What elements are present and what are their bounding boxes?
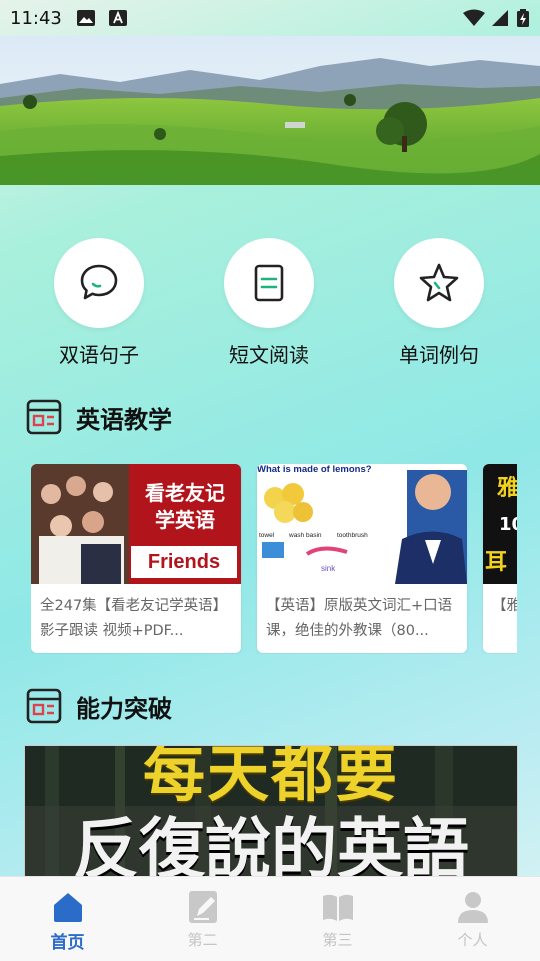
- document-icon: [254, 264, 284, 302]
- wifi-icon: [463, 9, 485, 26]
- star-icon: [419, 263, 459, 302]
- home-icon: [53, 893, 82, 922]
- quick-action-circle[interactable]: [394, 238, 484, 328]
- landscape-banner[interactable]: [0, 36, 540, 185]
- open-book-icon: [322, 894, 353, 921]
- section-header-teaching: 英语教学: [26, 398, 172, 436]
- chat-bubble-icon: [80, 264, 118, 300]
- signal-icon: [492, 10, 508, 26]
- quick-action-circle[interactable]: [54, 238, 144, 328]
- course-title: 全247集【看老友记学英语】影子跟读 视频+PDF...: [40, 598, 228, 639]
- teaching-card-list[interactable]: 看老友记 学英语 Friends 全247集【看老友记学英语】影子跟读 视频+P…: [31, 464, 517, 654]
- quick-action-label: 短文阅读: [229, 343, 309, 367]
- course-card[interactable]: What is made of lemons? towel wash basin…: [257, 464, 467, 653]
- section-title: 能力突破: [76, 694, 172, 723]
- quick-action-reading[interactable]: 短文阅读: [214, 238, 324, 368]
- thumbnail-line: 学英语: [155, 508, 215, 532]
- quick-action-circle[interactable]: [224, 238, 314, 328]
- course-card[interactable]: 看老友记 学英语 Friends 全247集【看老友记学英语】影子跟读 视频+P…: [31, 464, 241, 653]
- course-thumbnail: 看老友记 学英语 Friends: [31, 464, 241, 584]
- ability-banner-line2: 反復說的英語: [73, 811, 469, 882]
- course-thumbnail: What is made of lemons? towel wash basin…: [257, 464, 467, 584]
- quick-action-words[interactable]: 单词例句: [384, 238, 494, 368]
- quick-action-label: 双语句子: [59, 343, 139, 367]
- tab-label: 第三: [322, 931, 353, 949]
- list-panel-icon: [26, 399, 62, 435]
- thumbnail-option: towel: [259, 532, 275, 539]
- status-bar: 11:43: [0, 0, 540, 36]
- ability-banner-line1: 每天都要: [142, 745, 399, 810]
- bottom-tab-bar: 首页 第二 第三 个人: [0, 876, 540, 961]
- thumbnail-handwriting: sink: [321, 564, 336, 573]
- section-title: 英语教学: [76, 405, 172, 434]
- course-thumbnail: 雅 10 耳: [483, 464, 517, 584]
- ability-banner[interactable]: 每天都要 反復說的英語: [24, 745, 518, 882]
- text-notification-icon: [109, 10, 127, 26]
- image-notification-icon: [77, 10, 95, 26]
- landscape-image: [0, 36, 540, 185]
- tab-personal[interactable]: 个人: [405, 877, 540, 961]
- thumbnail-line: 看老友记: [145, 481, 225, 505]
- thumbnail-line: 雅: [497, 476, 517, 501]
- edit-note-icon: [188, 891, 217, 923]
- battery-charging-icon: [517, 9, 529, 27]
- list-panel-icon: [26, 688, 62, 724]
- quick-action-bilingual[interactable]: 双语句子: [44, 238, 154, 368]
- thumbnail-option: wash basin: [289, 532, 322, 539]
- tab-label: 首页: [50, 933, 85, 953]
- tab-third[interactable]: 第三: [270, 877, 405, 961]
- thumbnail-title: 看老友记 学英语: [135, 480, 235, 534]
- tab-label: 个人: [457, 931, 488, 949]
- thumbnail-line: 耳: [485, 550, 508, 575]
- thumbnail-question: What is made of lemons?: [257, 464, 372, 475]
- thumbnail-badge: Friends: [131, 546, 237, 578]
- course-title: 【雅...最好...: [492, 598, 517, 614]
- course-card[interactable]: 雅 10 耳 【雅...最好...: [483, 464, 517, 653]
- tab-label: 第二: [187, 931, 218, 949]
- section-header-ability: 能力突破: [26, 687, 172, 725]
- person-icon: [457, 892, 488, 923]
- tab-second[interactable]: 第二: [135, 877, 270, 961]
- tab-home[interactable]: 首页: [0, 877, 135, 961]
- course-title: 【英语】原版英文词汇+口语课，绝佳的外教课（80...: [266, 598, 453, 639]
- status-time: 11:43: [10, 8, 62, 29]
- quick-action-label: 单词例句: [399, 343, 479, 367]
- thumbnail-option: toothbrush: [337, 532, 368, 539]
- thumbnail-line: 10: [499, 514, 517, 535]
